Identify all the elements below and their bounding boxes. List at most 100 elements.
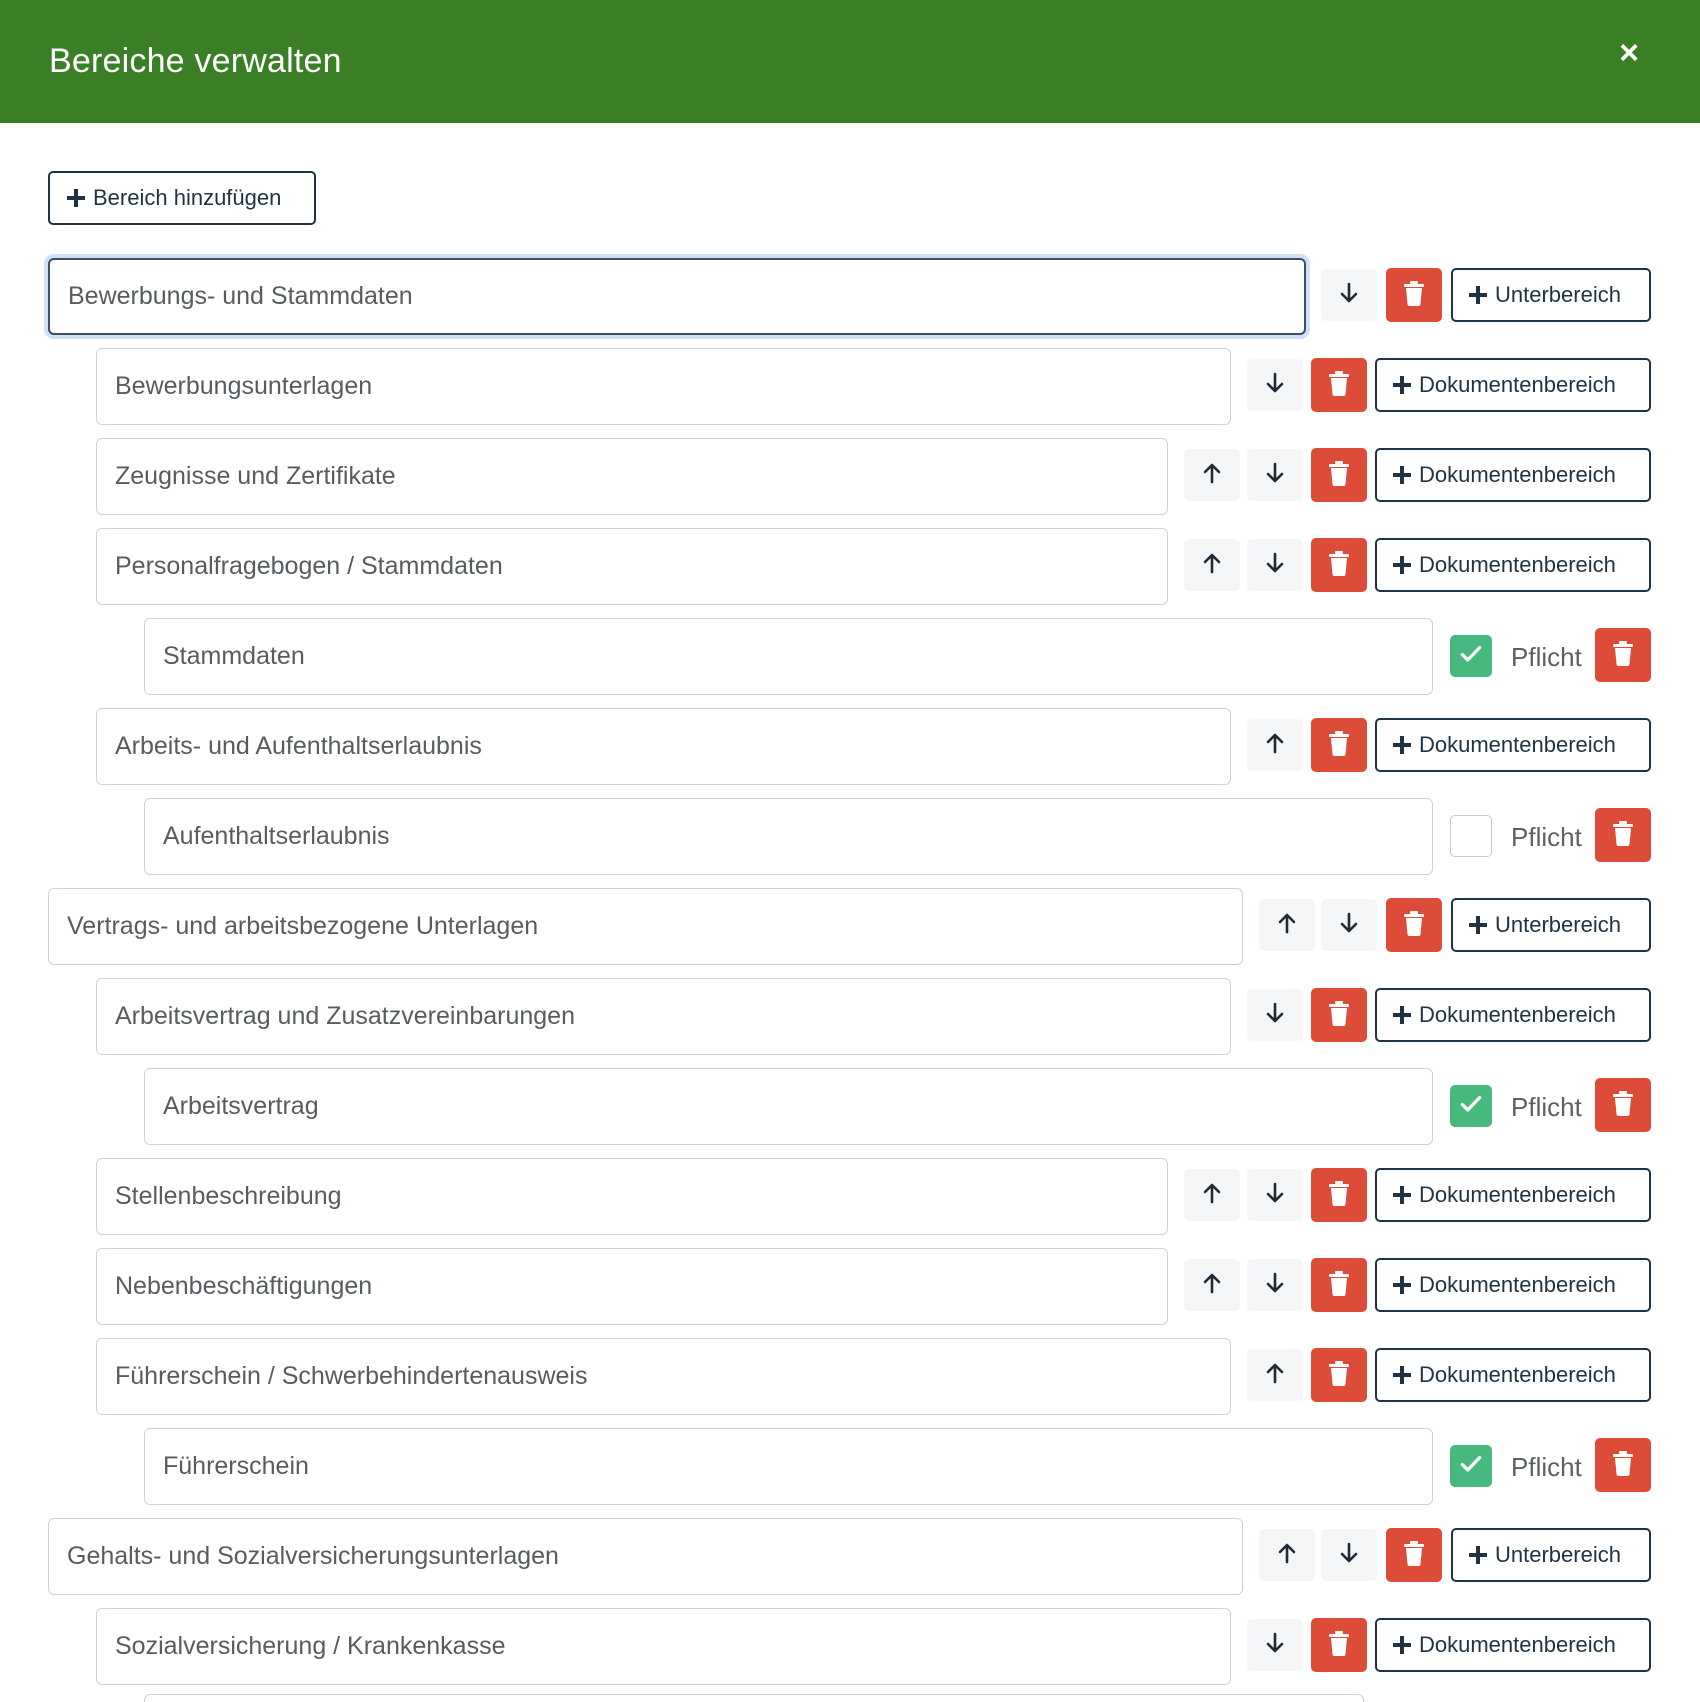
move-up-button[interactable] [1184, 539, 1240, 591]
subarea-name-input[interactable]: Arbeitsvertrag und Zusatzvereinbarungen [96, 978, 1231, 1055]
delete-button[interactable] [1311, 1348, 1367, 1402]
arrow-up-icon [1263, 1361, 1287, 1390]
area-name-text: Gehalts- und Sozialversicherungsunterlag… [67, 1542, 559, 1570]
required-checkbox[interactable] [1450, 815, 1492, 857]
subarea-name-input[interactable]: Personalfragebogen / Stammdaten [96, 528, 1168, 605]
subarea-name-input[interactable]: Führerschein / Schwerbehindertenausweis [96, 1338, 1231, 1415]
add-document-area-label: Dokumentenbereich [1419, 462, 1616, 487]
add-document-area-button[interactable]: Dokumentenbereich [1375, 1618, 1651, 1672]
subarea-name-input[interactable]: Bewerbungsunterlagen [96, 348, 1231, 425]
delete-button[interactable] [1311, 538, 1367, 592]
add-subarea-label: Unterbereich [1495, 912, 1621, 937]
add-document-area-button[interactable]: Dokumentenbereich [1375, 718, 1651, 772]
add-document-area-button[interactable]: Dokumentenbereich [1375, 1258, 1651, 1312]
move-up-button[interactable] [1247, 719, 1303, 771]
delete-button[interactable] [1311, 1168, 1367, 1222]
plus-icon [1393, 1186, 1411, 1204]
required-label: Pflicht [1511, 642, 1582, 672]
delete-button[interactable] [1311, 1258, 1367, 1312]
add-document-area-label: Dokumentenbereich [1419, 372, 1616, 397]
add-document-area-button[interactable]: Dokumentenbereich [1375, 1168, 1651, 1222]
arrow-up-icon [1200, 1271, 1224, 1300]
move-down-button[interactable] [1247, 449, 1303, 501]
plus-icon [1393, 376, 1411, 394]
add-subarea-button[interactable]: Unterbereich [1451, 1528, 1651, 1582]
delete-button[interactable] [1595, 808, 1651, 862]
required-checkbox[interactable] [1450, 1085, 1492, 1127]
trash-icon [1328, 550, 1350, 581]
add-document-area-button[interactable]: Dokumentenbereich [1375, 1348, 1651, 1402]
move-up-button[interactable] [1247, 1349, 1303, 1401]
subarea-name-text: Führerschein / Schwerbehindertenausweis [115, 1362, 588, 1390]
delete-button[interactable] [1311, 718, 1367, 772]
delete-button[interactable] [1311, 448, 1367, 502]
add-subarea-button[interactable]: Unterbereich [1451, 898, 1651, 952]
move-down-button[interactable] [1247, 1259, 1303, 1311]
move-down-button[interactable] [1247, 1169, 1303, 1221]
trash-icon [1328, 1000, 1350, 1031]
move-down-button[interactable] [1247, 989, 1303, 1041]
trash-icon [1328, 1270, 1350, 1301]
arrow-up-icon [1263, 731, 1287, 760]
required-checkbox[interactable] [1450, 1445, 1492, 1487]
move-down-button[interactable] [1247, 539, 1303, 591]
add-document-area-label: Dokumentenbereich [1419, 552, 1616, 577]
plus-icon [1393, 1276, 1411, 1294]
delete-button[interactable] [1311, 358, 1367, 412]
add-document-area-label: Dokumentenbereich [1419, 1272, 1616, 1297]
trash-icon [1328, 370, 1350, 401]
delete-button[interactable] [1386, 268, 1442, 322]
area-name-input[interactable]: Bewerbungs- und Stammdaten [48, 258, 1306, 335]
arrow-down-icon [1263, 1271, 1287, 1300]
move-down-button[interactable] [1321, 269, 1377, 321]
subarea-name-input[interactable]: Sozialversicherung / Krankenkasse [96, 1608, 1231, 1685]
move-up-button[interactable] [1259, 899, 1315, 951]
add-document-area-button[interactable]: Dokumentenbereich [1375, 988, 1651, 1042]
delete-button[interactable] [1386, 1528, 1442, 1582]
delete-button[interactable] [1595, 1438, 1651, 1492]
manage-areas-modal: Bereiche verwalten × Bereich hinzufügen … [0, 0, 1700, 1702]
move-up-button[interactable] [1259, 1529, 1315, 1581]
trash-icon [1403, 1540, 1425, 1571]
add-document-area-button[interactable]: Dokumentenbereich [1375, 538, 1651, 592]
subarea-name-input[interactable]: Nebenbeschäftigungen [96, 1248, 1168, 1325]
document-area-name-input[interactable] [144, 1694, 1364, 1702]
delete-button[interactable] [1595, 1078, 1651, 1132]
move-down-button[interactable] [1247, 359, 1303, 411]
move-up-button[interactable] [1184, 1169, 1240, 1221]
document-area-name-input[interactable]: Stammdaten [144, 618, 1433, 695]
add-document-area-label: Dokumentenbereich [1419, 1362, 1616, 1387]
subarea-name-text: Zeugnisse und Zertifikate [115, 462, 396, 490]
area-name-input[interactable]: Gehalts- und Sozialversicherungsunterlag… [48, 1518, 1243, 1595]
required-label: Pflicht [1511, 1092, 1582, 1122]
document-area-name-input[interactable]: Aufenthaltserlaubnis [144, 798, 1433, 875]
subarea-name-input[interactable]: Arbeits- und Aufenthaltserlaubnis [96, 708, 1231, 785]
add-document-area-label: Dokumentenbereich [1419, 732, 1616, 757]
move-down-button[interactable] [1321, 1529, 1377, 1581]
required-checkbox[interactable] [1450, 635, 1492, 677]
delete-button[interactable] [1311, 988, 1367, 1042]
add-area-button[interactable]: Bereich hinzufügen [48, 171, 316, 225]
move-up-button[interactable] [1184, 1259, 1240, 1311]
arrow-up-icon [1200, 1181, 1224, 1210]
document-area-name-input[interactable]: Führerschein [144, 1428, 1433, 1505]
document-area-name-input[interactable]: Arbeitsvertrag [144, 1068, 1433, 1145]
subarea-name-text: Personalfragebogen / Stammdaten [115, 552, 503, 580]
subarea-name-input[interactable]: Zeugnisse und Zertifikate [96, 438, 1168, 515]
delete-button[interactable] [1311, 1618, 1367, 1672]
move-up-button[interactable] [1184, 449, 1240, 501]
delete-button[interactable] [1386, 898, 1442, 952]
delete-button[interactable] [1595, 628, 1651, 682]
trash-icon [1612, 1090, 1634, 1121]
subarea-name-input[interactable]: Stellenbeschreibung [96, 1158, 1168, 1235]
trash-icon [1328, 1630, 1350, 1661]
area-name-input[interactable]: Vertrags- und arbeitsbezogene Unterlagen [48, 888, 1243, 965]
area-name-text: Vertrags- und arbeitsbezogene Unterlagen [67, 912, 539, 940]
add-subarea-button[interactable]: Unterbereich [1451, 268, 1651, 322]
move-down-button[interactable] [1321, 899, 1377, 951]
required-label: Pflicht [1511, 1452, 1582, 1482]
close-icon[interactable]: × [1614, 36, 1644, 70]
add-document-area-button[interactable]: Dokumentenbereich [1375, 448, 1651, 502]
move-down-button[interactable] [1247, 1619, 1303, 1671]
add-document-area-button[interactable]: Dokumentenbereich [1375, 358, 1651, 412]
